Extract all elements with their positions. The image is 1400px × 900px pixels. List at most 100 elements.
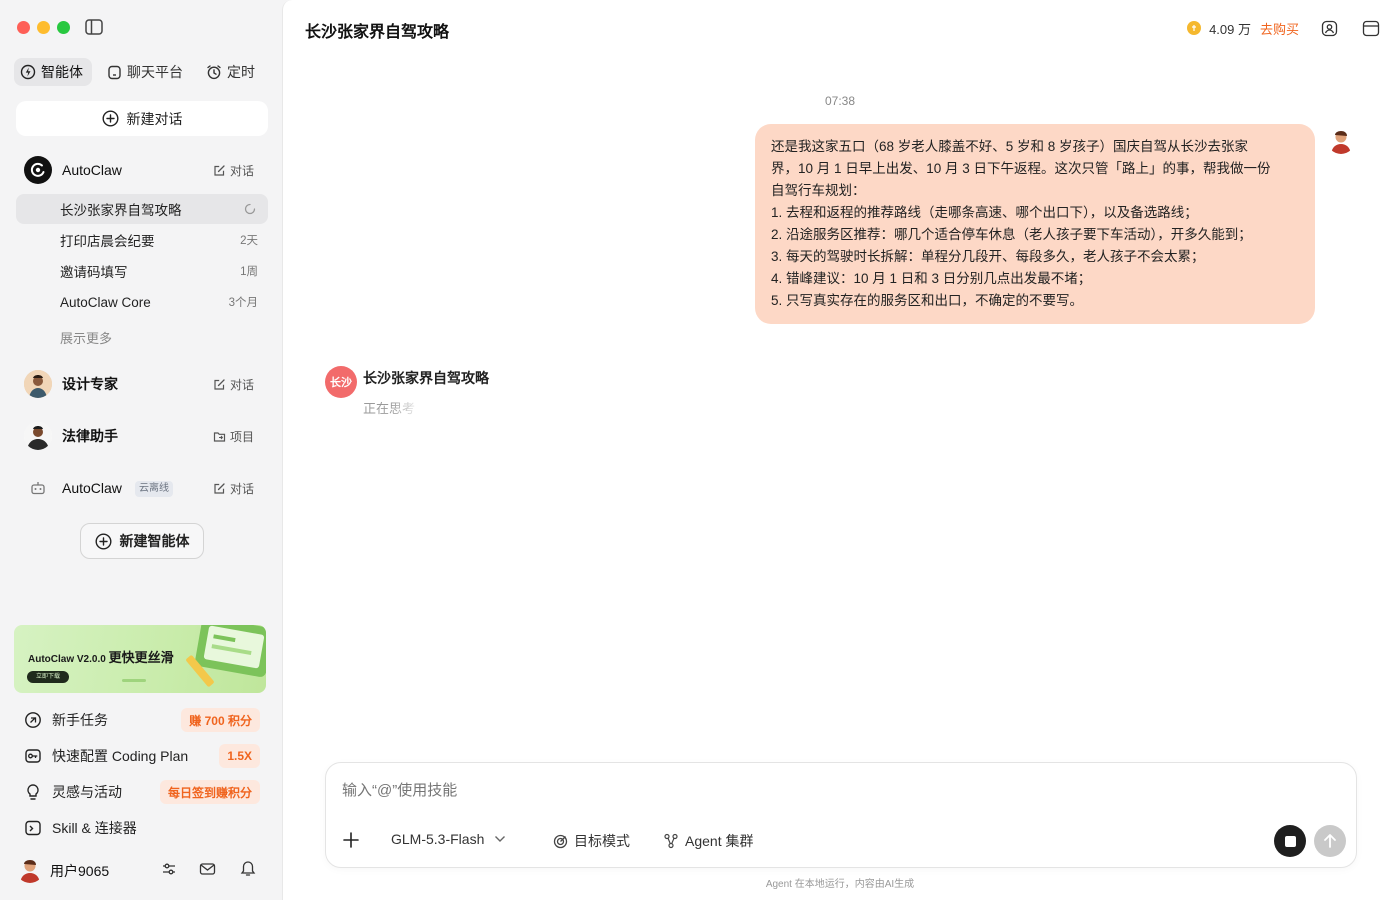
coding-plan-item[interactable]: 快速配置 Coding Plan 1.5X (24, 743, 260, 769)
close-window-button[interactable] (17, 21, 30, 34)
conversation-title: 打印店晨会纪要 (60, 234, 155, 249)
arrow-up-icon (1324, 834, 1336, 848)
message-line: 自驾行车规划： (771, 183, 866, 198)
agent-chat-action[interactable]: 对话 (213, 162, 254, 179)
checkin-badge: 每日签到赚积分 (159, 780, 260, 804)
account-icon[interactable] (1321, 20, 1338, 37)
agent-name: AutoClaw (62, 162, 122, 178)
sidebar: 智能体 聊天平台 定时 新建对话 AutoClaw 对话 长沙张家界自驾攻略 打… (0, 0, 282, 900)
stop-generation-button[interactable] (1274, 825, 1306, 857)
agent-action-label: 项目 (229, 429, 254, 444)
new-chat-button[interactable]: 新建对话 (16, 101, 268, 136)
model-name: GLM-5.3-Flash (391, 831, 485, 847)
send-button[interactable] (1314, 825, 1346, 857)
banner-title-slogan: 更快更丝滑 (108, 650, 174, 665)
buy-link[interactable]: 去购买 (1260, 19, 1299, 38)
show-more-link[interactable]: 展示更多 (60, 328, 112, 347)
promo-banner[interactable]: AutoClaw V2.0.0 更快更丝滑 立即下载 (14, 625, 266, 693)
banner-download-button[interactable]: 立即下载 (27, 671, 69, 683)
beginner-tasks-item[interactable]: 新手任务 赚 700 积分 (24, 707, 260, 733)
tab-agents[interactable]: 智能体 (14, 58, 92, 86)
autoclaw-logo-icon (24, 156, 52, 184)
mail-icon[interactable] (199, 861, 216, 877)
model-selector[interactable]: GLM-5.3-Flash (391, 831, 506, 847)
message-timestamp: 07:38 (825, 94, 856, 108)
notification-bell-icon[interactable] (240, 860, 256, 877)
agent-action-label: 对话 (229, 163, 254, 178)
agent-cluster-label: Agent 集群 (685, 833, 754, 849)
user-bar: 用户9065 (16, 855, 268, 883)
assistant-name: 长沙张家界自驾攻略 (363, 370, 489, 386)
tab-schedule[interactable]: 定时 (200, 58, 261, 86)
message-line: 2. 沿途服务区推荐：哪几个适合停车休息（老人孩子要下车活动），开多久能到； (771, 227, 1252, 242)
main-panel: 长沙张家界自驾攻略 4.09 万 去购买 07:38 还是我这家五口（68 岁老… (282, 0, 1400, 900)
edit-icon (213, 378, 226, 391)
cluster-icon (663, 833, 679, 849)
agent-chat-action[interactable]: 对话 (213, 376, 254, 393)
new-agent-button[interactable]: 新建智能体 (80, 523, 204, 559)
carousel-indicator (122, 679, 146, 682)
agent-name: 法律助手 (62, 428, 118, 444)
user-message-avatar (1327, 126, 1355, 154)
message-line: 1. 去程和返程的推荐路线（走哪条高速、哪个出口下），以及备选路线； (771, 205, 1198, 220)
tab-agents-label: 智能体 (41, 64, 83, 80)
thinking-status: 正在思考 (363, 398, 415, 417)
target-icon (553, 834, 568, 849)
tab-chat-platform[interactable]: 聊天平台 (101, 58, 189, 86)
conversation-title: AutoClaw Core (60, 294, 151, 310)
message-input[interactable] (342, 777, 1322, 803)
agent-cluster-button[interactable]: Agent 集群 (663, 831, 753, 851)
agent-name: AutoClaw (62, 480, 122, 496)
user-avatar[interactable] (16, 855, 44, 883)
banner-title: AutoClaw V2.0.0 更快更丝滑 (28, 647, 174, 666)
new-chat-label: 新建对话 (126, 110, 183, 127)
chat-platform-icon (107, 65, 122, 80)
conversation-item[interactable]: 打印店晨会纪要 2天 (16, 225, 268, 255)
conversation-item[interactable]: 邀请码填写 1周 (16, 256, 268, 286)
assistant-avatar: 长沙 (325, 366, 357, 398)
goal-mode-label: 目标模式 (574, 833, 630, 849)
agent-project-action[interactable]: 项目 (213, 428, 254, 445)
conversation-title: 邀请码填写 (60, 265, 128, 280)
folder-icon (213, 430, 226, 443)
add-attachment-icon[interactable] (342, 831, 360, 849)
conversation-item[interactable]: 长沙张家界自驾攻略 (16, 194, 268, 224)
plus-circle-icon (94, 532, 112, 550)
agent-autoclaw-cloud[interactable]: AutoClaw 云离线 对话 (16, 468, 268, 508)
skill-icon (24, 819, 42, 837)
message-line: 3. 每天的驾驶时长拆解：单程分几段开、每段多久，老人孩子不会太累； (771, 249, 1205, 264)
coding-plan-label: 快速配置 Coding Plan (52, 748, 189, 764)
sidebar-toggle-icon[interactable] (85, 19, 103, 35)
message-line: 5. 只写真实存在的服务区和出口，不确定的不要写。 (771, 293, 1084, 308)
conversation-time: 1周 (240, 266, 258, 278)
settings-sliders-icon[interactable] (161, 861, 177, 877)
agent-autoclaw[interactable]: AutoClaw 对话 (16, 150, 268, 190)
chevron-down-icon (494, 835, 506, 843)
inspiration-item[interactable]: 灵感与活动 每日签到赚积分 (24, 779, 260, 805)
design-expert-avatar (24, 370, 52, 398)
user-name: 用户9065 (50, 863, 110, 879)
zoom-window-button[interactable] (57, 21, 70, 34)
user-message-bubble: 还是我这家五口（68 岁老人膝盖不好、5 岁和 8 岁孩子）国庆自驾从长沙去张家… (755, 124, 1315, 324)
minimize-window-button[interactable] (37, 21, 50, 34)
offline-tag: 云离线 (135, 481, 173, 497)
message-line: 4. 错峰建议：10 月 1 日和 3 日分别几点出发最不堵； (771, 271, 1092, 286)
new-agent-label: 新建智能体 (119, 533, 190, 549)
skill-connector-item[interactable]: Skill & 连接器 (24, 815, 260, 841)
conversation-item[interactable]: AutoClaw Core 3个月 (16, 287, 268, 317)
plus-circle-icon (101, 110, 119, 127)
tab-chat-platform-label: 聊天平台 (127, 64, 183, 80)
lightbulb-icon (24, 783, 42, 801)
loading-spinner-icon (244, 203, 256, 215)
agent-chat-action[interactable]: 对话 (213, 480, 254, 497)
points-badge: 赚 700 积分 (181, 708, 260, 732)
tab-schedule-label: 定时 (227, 64, 255, 80)
multiplier-badge: 1.5X (219, 744, 260, 768)
agent-design-expert[interactable]: 设计专家 对话 (16, 364, 268, 404)
agent-legal-assistant[interactable]: 法律助手 项目 (16, 416, 268, 456)
message-line: 界，10 月 1 日早上出发、10 月 3 日下午返程。这次只管「路上」的事，帮… (771, 161, 1271, 176)
agent-action-label: 对话 (229, 377, 254, 392)
panel-layout-icon[interactable] (1362, 20, 1380, 37)
edit-icon (213, 164, 226, 177)
goal-mode-button[interactable]: 目标模式 (553, 831, 630, 851)
